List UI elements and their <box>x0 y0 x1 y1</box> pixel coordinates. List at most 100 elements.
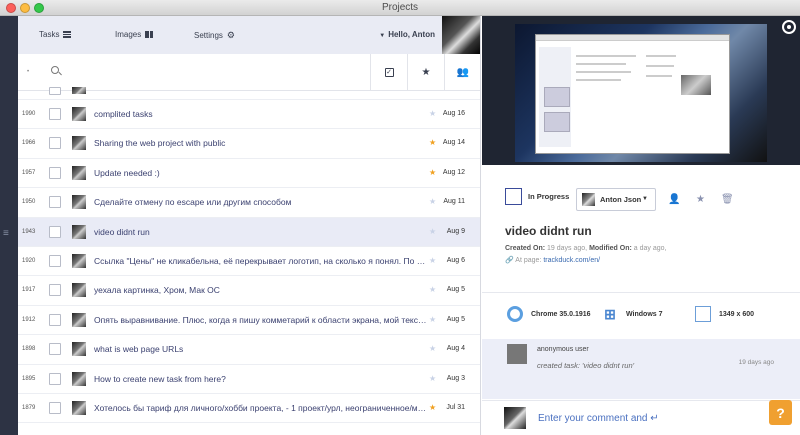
os-label: Windows 7 <box>626 310 663 318</box>
screenshot-line <box>576 55 636 57</box>
search-input[interactable] <box>68 64 368 80</box>
row-thumbnail <box>72 371 86 386</box>
table-row[interactable]: 1950 Сделайте отмену по escape или другим… <box>18 188 480 218</box>
row-checkbox[interactable] <box>49 108 61 120</box>
menu-icon[interactable]: ≡ <box>3 229 14 239</box>
window-titlebar: Projects <box>0 0 800 16</box>
table-row[interactable]: 1966 Sharing the web project with public ★… <box>18 129 480 159</box>
task-title[interactable]: уехала картинка, Хром, Мак ОС <box>94 285 429 295</box>
screenshot-browser-bar <box>536 35 729 41</box>
table-row[interactable]: 1957 Update needed :) ★ Aug 12 <box>18 159 480 189</box>
row-checkbox[interactable] <box>49 313 61 326</box>
row-thumbnail <box>72 342 86 357</box>
star-icon[interactable]: ★ <box>429 138 436 147</box>
filter-completed-button[interactable]: ✓ <box>370 54 407 91</box>
filter-starred-button[interactable]: ★ <box>407 54 444 91</box>
table-row[interactable]: 1917 уехала картинка, Хром, Мак ОС ★ Aug 5 <box>18 276 480 306</box>
browser-info: Chrome 35.0.1916 <box>507 306 591 322</box>
star-icon[interactable]: ★ <box>429 344 436 353</box>
screenshot-line <box>646 55 676 57</box>
table-row[interactable]: 1898 what is web page URLs ★ Aug 4 <box>18 335 480 365</box>
task-title[interactable]: Ссылка "Цены" не кликабельна, её перекры… <box>94 256 429 266</box>
row-checkbox[interactable] <box>49 166 61 179</box>
task-title[interactable]: Update needed :) <box>94 168 429 178</box>
status-toggle[interactable]: In Progress <box>505 188 569 205</box>
table-row[interactable]: 1990 complited tasks ★ Aug 16 <box>18 100 480 130</box>
os-info: ⊞ Windows 7 <box>602 306 663 322</box>
filter-assigned-button[interactable]: 👥 <box>444 54 480 91</box>
row-checkbox[interactable] <box>49 401 61 414</box>
task-date: Aug 4 <box>446 345 465 353</box>
nav-settings-label: Settings <box>194 31 223 40</box>
task-date: Aug 3 <box>446 374 465 382</box>
task-title[interactable]: Хотелось бы тариф для личного/хобби прое… <box>94 403 429 413</box>
table-row[interactable]: 1895 How to create new task from here? ★ Au… <box>18 365 480 394</box>
checkbox-icon: ✓ <box>384 68 394 77</box>
star-icon[interactable]: ★ <box>429 403 436 412</box>
table-row[interactable]: 1943 video didnt run ★ Aug 9 <box>18 217 480 247</box>
row-checkbox[interactable] <box>49 196 61 209</box>
star-icon: ★ <box>421 67 431 78</box>
screenshot-line <box>646 65 674 67</box>
task-id: 1912 <box>22 316 36 323</box>
status-checkbox[interactable] <box>505 188 522 205</box>
row-checkbox[interactable] <box>49 137 61 150</box>
row-checkbox[interactable] <box>49 343 61 356</box>
task-title[interactable]: video didnt run <box>94 227 429 237</box>
table-row[interactable]: 1920 Ссылка "Цены" не кликабельна, её пер… <box>18 247 480 277</box>
search-icon <box>51 66 59 74</box>
screenshot-preview[interactable] <box>482 16 800 165</box>
task-date: Aug 6 <box>446 256 465 264</box>
nav-images-label: Images <box>115 30 142 39</box>
row-checkbox[interactable] <box>49 254 61 267</box>
table-row[interactable]: 1912 Опять выравнивание. Плюс, когда я пи… <box>18 306 480 336</box>
add-user-icon[interactable]: 👤 <box>668 194 680 205</box>
trash-icon[interactable]: 🗑 <box>721 194 734 205</box>
star-icon[interactable]: ★ <box>429 168 436 177</box>
table-row[interactable]: 1879 Хотелось бы тариф для личного/хобби … <box>18 394 480 424</box>
task-title[interactable]: Сделайте отмену по escape или другим спо… <box>94 197 429 207</box>
comment-input[interactable] <box>538 410 738 426</box>
star-icon[interactable]: ★ <box>429 109 436 118</box>
assignee-avatar <box>582 193 595 206</box>
star-icon[interactable]: ★ <box>429 374 436 383</box>
table-row[interactable] <box>18 87 480 100</box>
star-icon[interactable]: ★ <box>429 256 436 265</box>
row-thumbnail <box>72 312 86 327</box>
page-url-link[interactable]: trackduck.com/en/ <box>543 257 600 264</box>
assignee-dropdown[interactable]: Anton Json ▼ <box>576 188 656 211</box>
star-icon[interactable]: ★ <box>429 227 436 236</box>
avatar[interactable] <box>442 16 480 54</box>
greeting: Hello, Anton <box>388 30 435 39</box>
task-title[interactable]: Опять выравнивание. Плюс, когда я пишу к… <box>94 315 429 325</box>
row-checkbox[interactable] <box>49 225 61 238</box>
avatar <box>504 407 526 429</box>
task-title[interactable]: complited tasks <box>94 109 429 119</box>
screenshot-line <box>646 75 672 77</box>
collapse-toggle-icon[interactable]: • <box>27 69 29 75</box>
star-icon[interactable]: ★ <box>429 285 436 294</box>
activity-user: anonymous user <box>537 346 589 353</box>
row-checkbox[interactable] <box>49 284 61 297</box>
task-title[interactable]: what is web page URLs <box>94 344 429 354</box>
nav-images[interactable]: Images <box>115 30 154 39</box>
user-menu[interactable]: ▼ Hello, Anton <box>379 30 435 39</box>
list-icon <box>63 31 72 38</box>
row-thumbnail <box>72 224 86 239</box>
task-title[interactable]: Sharing the web project with public <box>94 138 429 148</box>
screenshot-thumb <box>544 112 570 132</box>
nav-tasks[interactable]: Tasks <box>39 30 72 39</box>
task-detail-panel: In Progress Anton Json ▼ 👤 ★ 🗑 video did… <box>482 16 800 435</box>
comment-bar <box>482 400 800 435</box>
row-checkbox[interactable] <box>49 87 61 95</box>
row-checkbox[interactable] <box>49 372 61 385</box>
nav-settings[interactable]: Settings ⚙ <box>194 30 235 41</box>
help-button[interactable]: ? <box>769 400 792 425</box>
star-icon[interactable]: ★ <box>429 197 436 206</box>
created-label: Created On: <box>505 245 546 252</box>
activity-item: anonymous user created task: 'video didn… <box>482 339 800 399</box>
star-icon[interactable]: ★ <box>429 315 436 324</box>
star-icon[interactable]: ★ <box>696 194 705 205</box>
task-title[interactable]: How to create new task from here? <box>94 374 429 384</box>
screenshot-image <box>515 24 767 162</box>
